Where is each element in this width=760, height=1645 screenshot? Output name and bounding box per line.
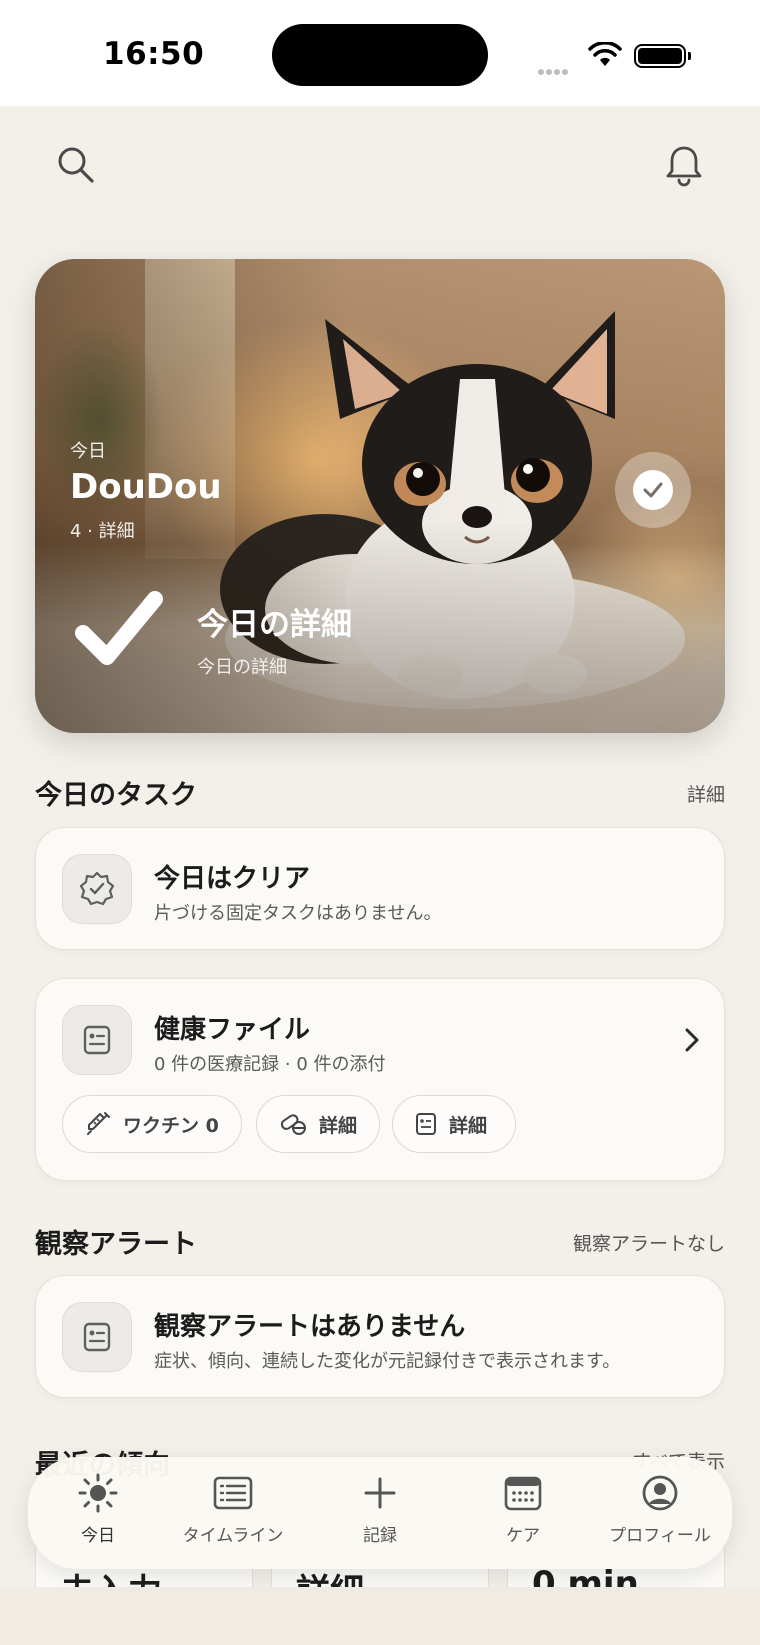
- tab-today-label: 今日: [81, 1526, 115, 1546]
- tab-record[interactable]: 記録: [310, 1471, 450, 1546]
- document-icon: [62, 1005, 132, 1075]
- tab-today[interactable]: 今日: [28, 1471, 168, 1546]
- alerts-empty-card[interactable]: 観察アラートはありません 症状、傾向、連続した変化が元記録付きで表示されます。: [35, 1275, 725, 1398]
- vaccine-chip-label: ワクチン 0: [123, 1114, 219, 1137]
- tasks-card-subtitle: 片づける固定タスクはありません。: [154, 903, 442, 924]
- syringe-icon: [87, 1112, 110, 1135]
- tasks-details-link[interactable]: 詳細: [687, 780, 725, 807]
- vaccine-chip[interactable]: ワクチン 0: [62, 1095, 242, 1153]
- checkmark-icon: [75, 591, 163, 665]
- notifications-button[interactable]: [660, 141, 708, 189]
- tab-bar: 今日 タイムライン 記録 ケア プロフィール: [28, 1457, 732, 1569]
- tab-care[interactable]: ケア: [453, 1471, 593, 1546]
- document-small-icon: [416, 1113, 436, 1135]
- documents-chip[interactable]: 詳細: [392, 1095, 516, 1153]
- profile-icon: [642, 1475, 678, 1511]
- tab-profile[interactable]: プロフィール: [590, 1471, 730, 1546]
- dynamic-island: [272, 24, 488, 86]
- tasks-card-title: 今日はクリア: [154, 864, 311, 894]
- battery-icon: [634, 44, 686, 68]
- home-indicator-area: [0, 1587, 760, 1645]
- health-file-card[interactable]: 健康ファイル 0 件の医療記録 · 0 件の添付 ワクチン 0 詳細 詳細: [35, 978, 725, 1181]
- alerts-status-link[interactable]: 観察アラートなし: [573, 1229, 725, 1256]
- medication-chip-label: 詳細: [319, 1114, 358, 1137]
- alerts-section-title: 観察アラート: [35, 1229, 197, 1260]
- alerts-card-subtitle: 症状、傾向、連続した変化が元記録付きで表示されます。: [154, 1351, 621, 1372]
- tab-record-label: 記録: [363, 1526, 397, 1546]
- timeline-icon: [213, 1476, 253, 1510]
- calendar-icon: [504, 1476, 542, 1511]
- document-icon: [62, 1302, 132, 1372]
- hero-title: 今日の詳細: [197, 607, 352, 643]
- plus-icon: [364, 1477, 396, 1509]
- status-icons: [538, 40, 698, 75]
- sun-icon: [78, 1473, 118, 1513]
- pill-icon: [280, 1114, 306, 1135]
- chevron-right-icon: [685, 1028, 699, 1052]
- search-icon: [58, 147, 94, 183]
- hero-label: 今日: [70, 441, 106, 462]
- tasks-clear-card[interactable]: 今日はクリア 片づける固定タスクはありません。: [35, 827, 725, 950]
- complete-button[interactable]: [615, 452, 691, 528]
- tab-profile-label: プロフィール: [609, 1526, 711, 1546]
- hero-subtitle: 今日の詳細: [197, 657, 287, 678]
- badge-check-icon: [62, 854, 132, 924]
- health-card-subtitle: 0 件の医療記録 · 0 件の添付: [154, 1054, 386, 1075]
- status-bar: 16:50: [0, 0, 760, 106]
- documents-chip-label: 詳細: [449, 1114, 488, 1137]
- tasks-section-title: 今日のタスク: [35, 780, 197, 811]
- pet-hero-card[interactable]: 今日 DouDou 4 · 詳細 今日の詳細 今日の詳細: [35, 259, 725, 733]
- cellular-icon: [538, 60, 570, 79]
- tab-timeline-label: タイムライン: [182, 1526, 284, 1546]
- tab-timeline[interactable]: タイムライン: [163, 1471, 303, 1546]
- status-time: 16:50: [103, 36, 205, 72]
- wifi-icon: [588, 42, 622, 66]
- pet-name: DouDou: [70, 467, 222, 507]
- medication-chip[interactable]: 詳細: [256, 1095, 380, 1153]
- bell-icon: [666, 146, 702, 187]
- pet-meta: 4 · 詳細: [70, 521, 135, 542]
- search-button[interactable]: [52, 141, 100, 189]
- tab-care-label: ケア: [506, 1526, 540, 1546]
- health-card-title: 健康ファイル: [154, 1015, 311, 1045]
- alerts-card-title: 観察アラートはありません: [154, 1312, 466, 1342]
- check-icon: [643, 482, 663, 498]
